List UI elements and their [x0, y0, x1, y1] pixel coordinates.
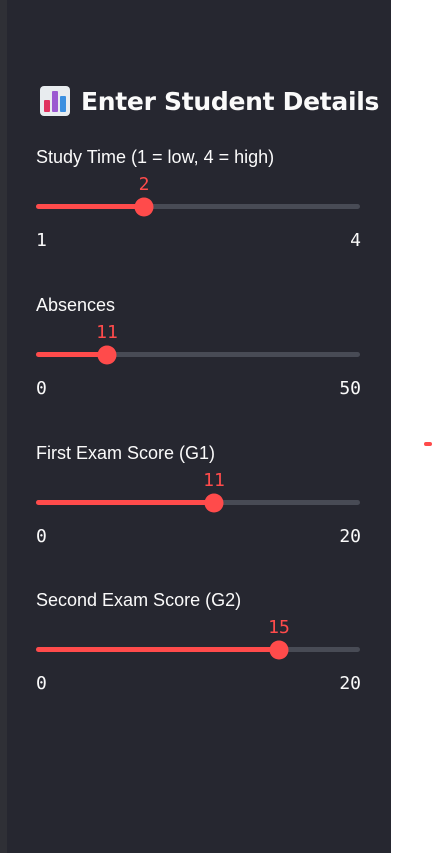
slider-track[interactable]	[36, 640, 360, 659]
slider-label: Second Exam Score (G2)	[36, 590, 242, 610]
slider-thumb[interactable]	[134, 197, 154, 216]
slider-max-label: 20	[339, 673, 361, 694]
slider-thumb[interactable]	[204, 493, 224, 512]
slider-track[interactable]	[36, 493, 360, 512]
slider-track-fill	[36, 204, 144, 209]
slider-value: 11	[203, 470, 225, 491]
slider-label: Study Time (1 = low, 4 = high)	[36, 147, 275, 167]
study-time-slider: Study Time (1 = low, 4 = high) 2 1 4	[36, 147, 361, 265]
first-exam-score-slider: First Exam Score (G1) 11 0 20	[36, 443, 361, 561]
status-indicator	[424, 442, 432, 446]
slider-track-fill	[36, 647, 279, 652]
slider-track[interactable]	[36, 345, 360, 364]
slider-value: 15	[268, 617, 290, 638]
slider-label: First Exam Score (G1)	[36, 443, 216, 463]
slider-value: 11	[96, 322, 118, 343]
bar-chart-icon	[40, 86, 70, 116]
slider-track[interactable]	[36, 197, 360, 216]
slider-max-label: 50	[339, 378, 361, 399]
second-exam-score-slider: Second Exam Score (G2) 15 0 20	[36, 590, 361, 708]
slider-min-label: 0	[36, 673, 47, 694]
slider-max-label: 4	[350, 230, 361, 251]
slider-label: Absences	[36, 295, 116, 315]
app-page: Enter Student Details Study Time (1 = lo…	[0, 0, 433, 853]
sidebar: Enter Student Details Study Time (1 = lo…	[7, 0, 391, 853]
slider-track-fill	[36, 500, 214, 505]
slider-thumb[interactable]	[269, 640, 289, 659]
slider-value: 2	[138, 174, 150, 195]
sidebar-header: Enter Student Details	[40, 83, 379, 119]
window-edge	[0, 0, 7, 853]
absences-slider: Absences 11 0 50	[36, 295, 361, 413]
slider-thumb[interactable]	[97, 345, 117, 364]
slider-min-label: 0	[36, 378, 47, 399]
slider-min-label: 0	[36, 526, 47, 547]
slider-min-label: 1	[36, 230, 47, 251]
sidebar-title: Enter Student Details	[81, 86, 380, 116]
slider-track-fill	[36, 352, 107, 357]
slider-max-label: 20	[339, 526, 361, 547]
